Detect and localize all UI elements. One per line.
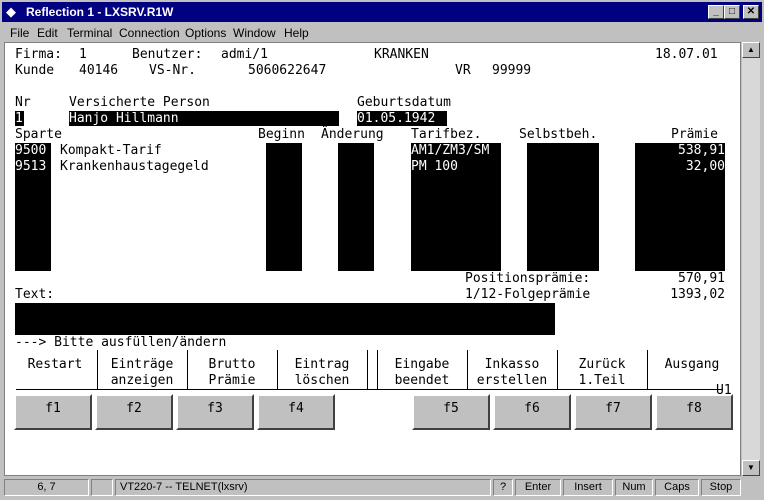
insert-indicator: Insert: [563, 479, 613, 496]
kunde-value: 40146: [79, 63, 119, 78]
close-button[interactable]: ✕: [743, 5, 759, 19]
fkey-label-eintraege-anzeigen: Einträge anzeigen: [110, 357, 174, 388]
fkey-label-ausgang: Ausgang: [664, 357, 720, 372]
selbstbeh-column[interactable]: [527, 143, 599, 271]
f5-button[interactable]: f5: [412, 394, 490, 430]
benutzer-value: admi/1: [221, 47, 268, 62]
caps-indicator: Caps: [655, 479, 699, 496]
f2-button[interactable]: f2: [95, 394, 173, 430]
status-blank: [91, 479, 113, 496]
menu-window[interactable]: Window: [233, 26, 276, 40]
fkey-label-zurueck: Zurück 1.Teil: [578, 357, 626, 388]
title-bar: ◆ Reflection 1 - LXSRV.R1W _ □ ✕: [2, 2, 762, 22]
menu-help[interactable]: Help: [284, 26, 309, 40]
row2-praemie[interactable]: 32,00: [635, 159, 725, 175]
stop-indicator[interactable]: Stop: [701, 479, 741, 496]
text-field[interactable]: [15, 303, 555, 335]
f1-button[interactable]: f1: [14, 394, 92, 430]
enter-indicator[interactable]: Enter: [515, 479, 561, 496]
num-indicator: Num: [615, 479, 653, 496]
f6-button[interactable]: f6: [493, 394, 571, 430]
nr-label: Nr: [15, 95, 31, 110]
fkey-label-inkasso-erstellen: Inkasso erstellen: [476, 357, 548, 388]
row1-praemie[interactable]: 538,91: [635, 143, 725, 159]
help-indicator[interactable]: ?: [493, 479, 513, 496]
connection-info: VT220-7 -- TELNET(lxsrv): [115, 479, 491, 496]
firma-label: Firma:: [15, 47, 62, 62]
col-aenderung: Änderung: [321, 127, 384, 142]
fkey-label-eintrag-loeschen: Eintrag löschen: [294, 357, 350, 388]
col-sparte: Sparte: [15, 127, 62, 142]
person-label: Versicherte Person: [69, 95, 210, 110]
col-tarifbez: Tarifbez.: [411, 127, 482, 142]
fkey-label-brutto-praemie: Brutto Prämie: [208, 357, 256, 388]
date: 18.07.01: [655, 47, 718, 62]
folgepraemie-value: 1393,02: [670, 287, 725, 302]
minimize-button[interactable]: _: [708, 5, 724, 19]
f3-button[interactable]: f3: [176, 394, 254, 430]
beginn-column[interactable]: [266, 143, 302, 271]
f4-button[interactable]: f4: [257, 394, 335, 430]
menu-edit[interactable]: Edit: [37, 26, 58, 40]
nr-field[interactable]: 1: [15, 111, 24, 126]
benutzer-label: Benutzer:: [132, 47, 203, 62]
fkey-label-restart: Restart: [27, 357, 83, 372]
birthdate-label: Geburtsdatum: [357, 95, 451, 110]
menu-options[interactable]: Options: [185, 26, 226, 40]
row1-code[interactable]: 9500: [15, 143, 46, 159]
maximize-button[interactable]: □: [724, 5, 740, 19]
row2-code[interactable]: 9513: [15, 159, 46, 175]
status-bar: 6, 7 VT220-7 -- TELNET(lxsrv) ? Enter In…: [2, 478, 762, 498]
vsnr-value: 5060622647: [248, 63, 327, 78]
aenderung-column[interactable]: [338, 143, 374, 271]
row1-tarif[interactable]: AM1/ZM3/SM: [411, 143, 489, 159]
reflection-app-icon[interactable]: ◆: [6, 5, 20, 19]
birthdate-field[interactable]: 01.05.1942: [357, 111, 447, 126]
row2-tarif[interactable]: PM 100: [411, 159, 458, 175]
col-selbstbeh: Selbstbeh.: [519, 127, 598, 142]
col-beginn: Beginn: [258, 127, 305, 142]
vertical-scrollbar[interactable]: ▲ ▼: [742, 42, 760, 476]
fkey-underline: [16, 389, 722, 390]
fkey-separator: [367, 350, 368, 390]
vr-value: 99999: [492, 63, 532, 78]
menu-connection[interactable]: Connection: [119, 26, 180, 40]
row2-name: Krankenhaustagegeld: [60, 159, 209, 174]
vsnr-label: VS-Nr.: [149, 63, 196, 78]
vr-label: VR: [455, 63, 471, 78]
window-title: Reflection 1 - LXSRV.R1W: [26, 5, 174, 19]
person-name-field[interactable]: Hanjo Hillmann: [69, 111, 339, 126]
prompt-message: ---> Bitte ausfüllen/ändern: [15, 335, 227, 350]
f7-button[interactable]: f7: [574, 394, 652, 430]
folgepraemie-label: 1/12-Folgeprämie: [465, 287, 591, 302]
menu-terminal[interactable]: Terminal: [67, 26, 112, 40]
firma-value: 1: [79, 47, 87, 62]
f8-button[interactable]: f8: [655, 394, 733, 430]
row1-name: Kompakt-Tarif: [60, 143, 162, 158]
cursor-position: 6, 7: [4, 479, 89, 496]
fkey-label-eingabe-beendet: Eingabe beendet: [394, 357, 450, 388]
scroll-up-icon[interactable]: ▲: [742, 42, 760, 58]
scroll-down-icon[interactable]: ▼: [742, 460, 760, 476]
menu-bar: File Edit Terminal Connection Options Wi…: [2, 23, 762, 42]
module-name: KRANKEN: [374, 47, 429, 62]
col-praemie: Prämie: [671, 127, 718, 142]
kunde-label: Kunde: [15, 63, 55, 78]
text-label: Text:: [15, 287, 55, 302]
positionspraemie-value: 570,91: [678, 271, 725, 286]
menu-file[interactable]: File: [10, 26, 29, 40]
positionspraemie-label: Positionsprämie:: [465, 271, 591, 286]
